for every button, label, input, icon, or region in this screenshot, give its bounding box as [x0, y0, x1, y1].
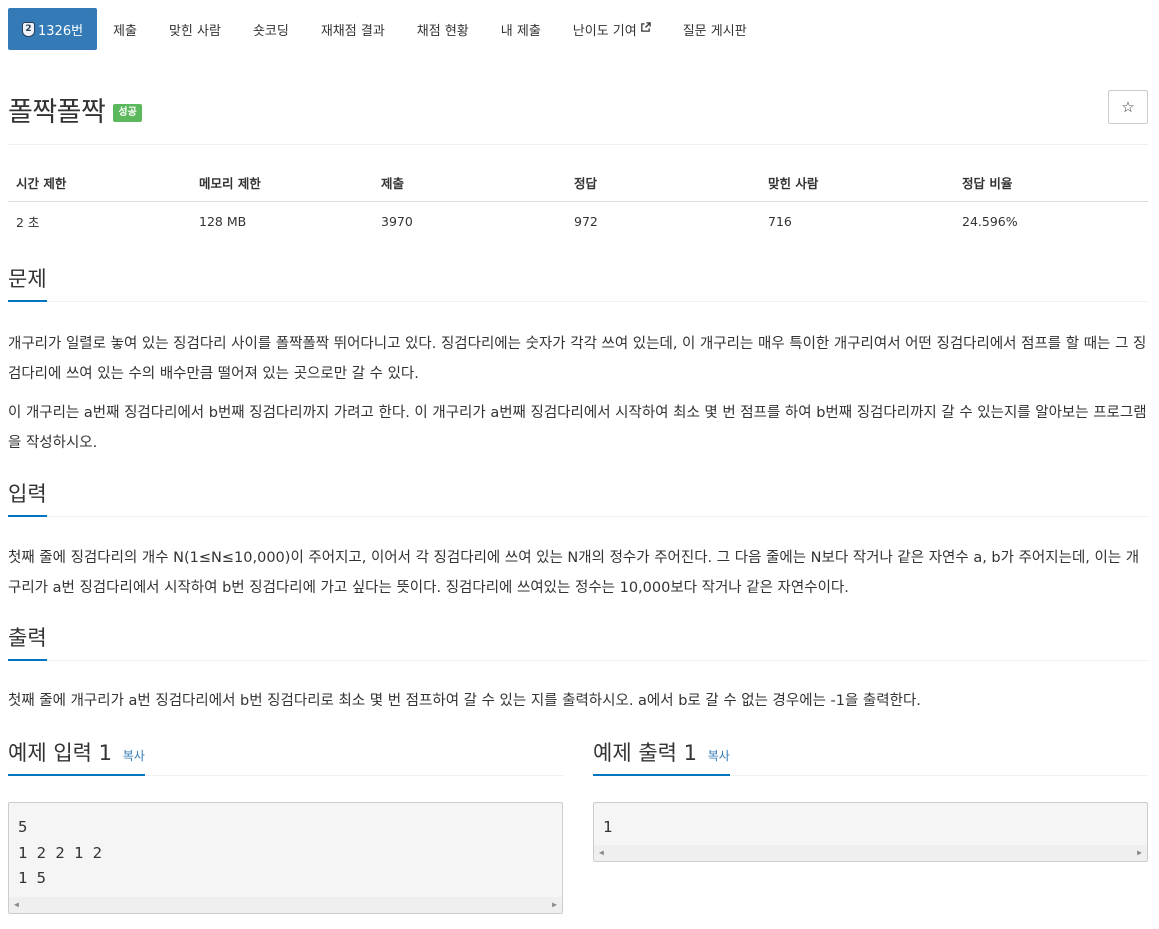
sample-output-heading: 예제 출력 1 복사: [593, 741, 730, 777]
problem-info-table: 시간 제한 메모리 제한 제출 정답 맞힌 사람 정답 비율 2 초 128 M…: [8, 164, 1148, 241]
sample-output-text: 1: [603, 818, 613, 836]
nav-rejudge-results[interactable]: 재채점 결과: [305, 8, 401, 50]
sample-input-header: 예제 입력 1 복사: [8, 740, 563, 777]
nav-short-coding[interactable]: 숏코딩: [237, 8, 305, 50]
status-badge: 성공: [113, 103, 142, 122]
header-submissions: 제출: [373, 164, 566, 202]
scroll-left-icon[interactable]: ◀: [14, 900, 19, 909]
problem-description-2: 이 개구리는 a번째 징검다리에서 b번째 징검다리까지 가려고 한다. 이 개…: [8, 405, 1147, 451]
value-accepted: 972: [574, 214, 598, 229]
value-memory-limit: 128 MB: [199, 214, 247, 229]
title-divider: [8, 144, 1148, 145]
external-link-icon: [640, 22, 651, 36]
nav-question-board[interactable]: 질문 게시판: [667, 8, 763, 50]
header-time-limit: 시간 제한: [8, 164, 191, 202]
input-section-header: 입력: [8, 481, 1148, 518]
copy-sample-input-button[interactable]: 복사: [123, 749, 145, 763]
favorite-button[interactable]: ☆: [1108, 90, 1148, 124]
nav-problem-number-label: 1326번: [38, 23, 84, 39]
sample-input-box[interactable]: 5 1 2 2 1 2 1 5 ◀ ▶: [8, 802, 563, 914]
value-time-limit: 2 초: [16, 215, 40, 230]
sample-input-text: 5 1 2 2 1 2 1 5: [18, 818, 102, 887]
sample-output-scrollbar[interactable]: ◀ ▶: [594, 845, 1147, 861]
scroll-right-icon[interactable]: ▶: [1137, 848, 1142, 857]
table-row: 2 초 128 MB 3970 972 716 24.596%: [8, 202, 1148, 242]
problem-description-1: 개구리가 일렬로 놓여 있는 징검다리 사이를 폴짝폴짝 뛰어다니고 있다. 징…: [8, 336, 1147, 382]
problem-section-header: 문제: [8, 266, 1148, 303]
header-memory-limit: 메모리 제한: [191, 164, 373, 202]
nav-status[interactable]: 채점 현황: [401, 8, 485, 50]
star-icon: ☆: [1121, 98, 1135, 116]
table-header-row: 시간 제한 메모리 제한 제출 정답 맞힌 사람 정답 비율: [8, 164, 1148, 202]
value-solved-users: 716: [768, 214, 792, 229]
title-row: 폴짝폴짝 성공: [8, 90, 142, 129]
problem-nav: 2 1326번 제출 맞힌 사람 숏코딩 재채점 결과 채점 현황 내 제출 난…: [8, 8, 763, 50]
nav-problem-number[interactable]: 2 1326번: [8, 8, 98, 50]
scroll-right-icon[interactable]: ▶: [552, 900, 557, 909]
nav-difficulty-label: 난이도 기여: [572, 23, 637, 39]
sample-output-box[interactable]: 1 ◀ ▶: [593, 802, 1148, 862]
nav-difficulty-contribution[interactable]: 난이도 기여: [557, 8, 667, 50]
header-solved-users: 맞힌 사람: [760, 164, 954, 202]
sample-output-header: 예제 출력 1 복사: [593, 740, 1148, 777]
page-title: 폴짝폴짝: [8, 97, 106, 128]
nav-solved-users[interactable]: 맞힌 사람: [153, 8, 237, 50]
value-submissions: 3970: [381, 214, 413, 229]
sample-input-title: 예제 입력 1: [8, 741, 112, 765]
nav-submit[interactable]: 제출: [97, 8, 153, 50]
problem-heading: 문제: [8, 267, 47, 303]
value-accept-ratio: 24.596%: [962, 214, 1018, 229]
header-accept-ratio: 정답 비율: [954, 164, 1148, 202]
tier-icon: 2: [22, 21, 35, 37]
output-description: 첫째 줄에 개구리가 a번 징검다리에서 b번 징검다리로 최소 몇 번 점프하…: [8, 693, 921, 709]
sample-output-title: 예제 출력 1: [593, 741, 697, 765]
sample-input-scrollbar[interactable]: ◀ ▶: [9, 897, 562, 913]
copy-sample-output-button[interactable]: 복사: [708, 749, 730, 763]
output-section-header: 출력: [8, 625, 1148, 662]
scroll-left-icon[interactable]: ◀: [599, 848, 604, 857]
sample-input-heading: 예제 입력 1 복사: [8, 741, 145, 777]
input-heading: 입력: [8, 482, 47, 518]
input-description: 첫째 줄에 징검다리의 개수 N(1≤N≤10,000)이 주어지고, 이어서 …: [8, 550, 1140, 596]
nav-my-submissions[interactable]: 내 제출: [485, 8, 557, 50]
header-accepted: 정답: [566, 164, 760, 202]
output-heading: 출력: [8, 626, 47, 662]
